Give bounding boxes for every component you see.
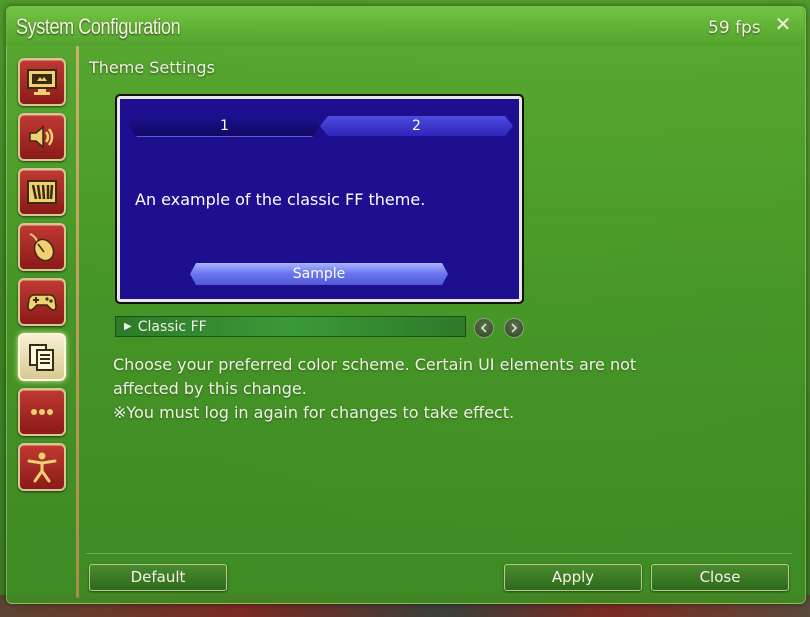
theme-description: Choose your preferred color scheme. Cert… [113,353,693,425]
chevron-left-icon [480,323,487,333]
gamepad-icon [27,294,57,311]
fps-counter: 59 fps [708,18,761,38]
dropdown-arrow-icon: ▶ [124,321,132,332]
window-title: System Configuration [16,14,181,39]
ellipsis-icon [31,409,53,415]
description-line-1: Choose your preferred color scheme. Cert… [113,355,637,374]
previous-theme-button[interactable] [474,318,494,338]
section-title: Theme Settings [89,58,215,77]
preview-tab-2[interactable]: 2 [320,116,513,136]
default-button[interactable]: Default [89,564,227,591]
description-line-2: affected by this change. [113,379,307,398]
gauge-bars-icon [27,180,57,204]
sample-button[interactable]: Sample [190,263,448,285]
sidebar-item-mouse-settings[interactable] [18,223,66,271]
preview-example-text: An example of the classic FF theme. [135,190,426,209]
mouse-icon [29,233,55,262]
next-theme-button[interactable] [504,318,524,338]
sidebar-item-more-settings[interactable] [18,388,66,436]
footer-divider [86,553,792,554]
sidebar-item-gamepad-settings[interactable] [18,278,66,326]
figure-icon [27,452,57,483]
sidebar-item-other-settings[interactable] [18,168,66,216]
close-icon[interactable]: ✕ [774,14,792,34]
apply-button[interactable]: Apply [504,564,642,591]
close-button[interactable]: Close [651,564,789,591]
sidebar-item-theme-settings[interactable] [18,333,66,381]
theme-dropdown-value: Classic FF [137,318,207,335]
sidebar-divider [76,46,79,598]
speaker-icon [29,125,54,149]
documents-icon [29,344,54,371]
sidebar-item-accessibility-settings[interactable] [18,443,66,491]
theme-dropdown[interactable]: ▶ Classic FF [115,316,466,337]
sidebar-item-display-settings[interactable] [18,58,66,106]
chevron-right-icon [511,323,518,333]
preview-tab-1[interactable]: 1 [129,116,320,137]
monitor-upload-icon [27,69,57,95]
description-line-3: ※You must log in again for changes to ta… [113,403,515,422]
sidebar-item-sound-settings[interactable] [18,113,66,161]
